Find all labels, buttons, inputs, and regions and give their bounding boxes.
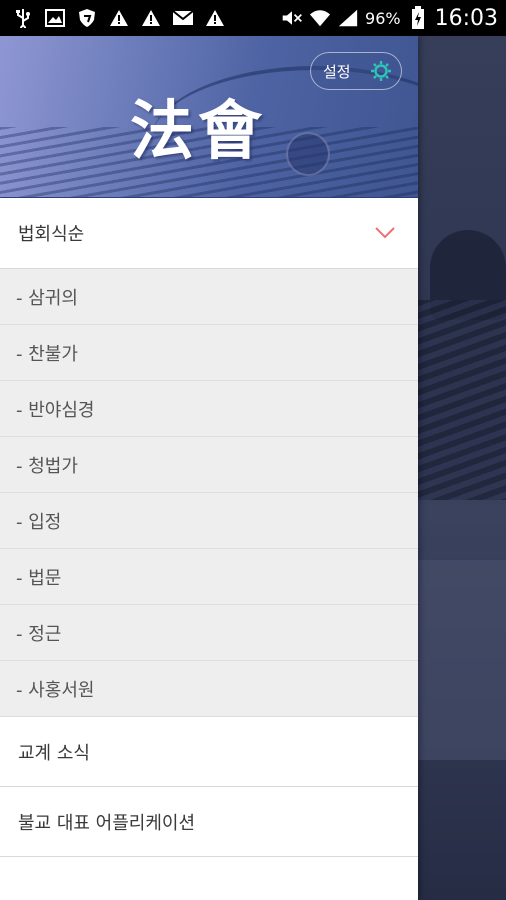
battery-charging-icon (407, 6, 429, 29)
settings-button[interactable]: 설정 (310, 52, 402, 90)
sub-item-sam-gwi-ui[interactable]: - 삼귀의 (0, 269, 418, 325)
sub-item-beop-mun[interactable]: - 법문 (0, 549, 418, 605)
status-bar: 96% 16:03 (0, 0, 506, 36)
warning-icon (108, 7, 130, 29)
usb-icon (12, 7, 34, 29)
section-label: 법회식순 (18, 224, 85, 245)
warning-icon (204, 7, 226, 29)
settings-label: 설정 (323, 62, 351, 81)
image-icon (44, 7, 66, 29)
mute-icon (281, 7, 303, 29)
background-wall-image (418, 560, 506, 760)
shield-icon (76, 7, 98, 29)
roof-medallion-decoration (286, 132, 330, 176)
gear-icon (369, 59, 393, 83)
background-roof-image (418, 300, 506, 500)
drawer-header: 法會 설정 (0, 36, 418, 197)
section-sub-list: - 삼귀의 - 찬불가 - 반야심경 - 청법가 - 입정 - 법문 - 정근 … (0, 269, 418, 717)
sub-item-ban-ya-sim-gyeong[interactable]: - 반야심경 (0, 381, 418, 437)
app-title: 法會 (130, 94, 266, 169)
navigation-drawer: 法會 설정 법회식순 - 삼귀의 - 찬불가 - 반야심경 - 청법가 - 입정… (0, 36, 418, 900)
signal-icon (337, 7, 359, 29)
sub-item-cheong-beop-ga[interactable]: - 청법가 (0, 437, 418, 493)
sub-item-sa-hong-seo-won[interactable]: - 사홍서원 (0, 661, 418, 717)
section-header-order-of-service[interactable]: 법회식순 (0, 198, 418, 269)
mail-icon (172, 7, 194, 29)
warning-icon (140, 7, 162, 29)
sub-item-chan-bul-ga[interactable]: - 찬불가 (0, 325, 418, 381)
wifi-icon (309, 7, 331, 29)
sub-item-jeong-geun[interactable]: - 정근 (0, 605, 418, 661)
chevron-down-icon (374, 222, 396, 244)
sub-item-ip-jeong[interactable]: - 입정 (0, 493, 418, 549)
battery-percent: 96% (365, 8, 401, 28)
menu-item-buddhist-apps[interactable]: 불교 대표 어플리케이션 (0, 787, 418, 857)
clock: 16:03 (434, 5, 498, 31)
menu-item-buddhist-news[interactable]: 교계 소식 (0, 717, 418, 787)
